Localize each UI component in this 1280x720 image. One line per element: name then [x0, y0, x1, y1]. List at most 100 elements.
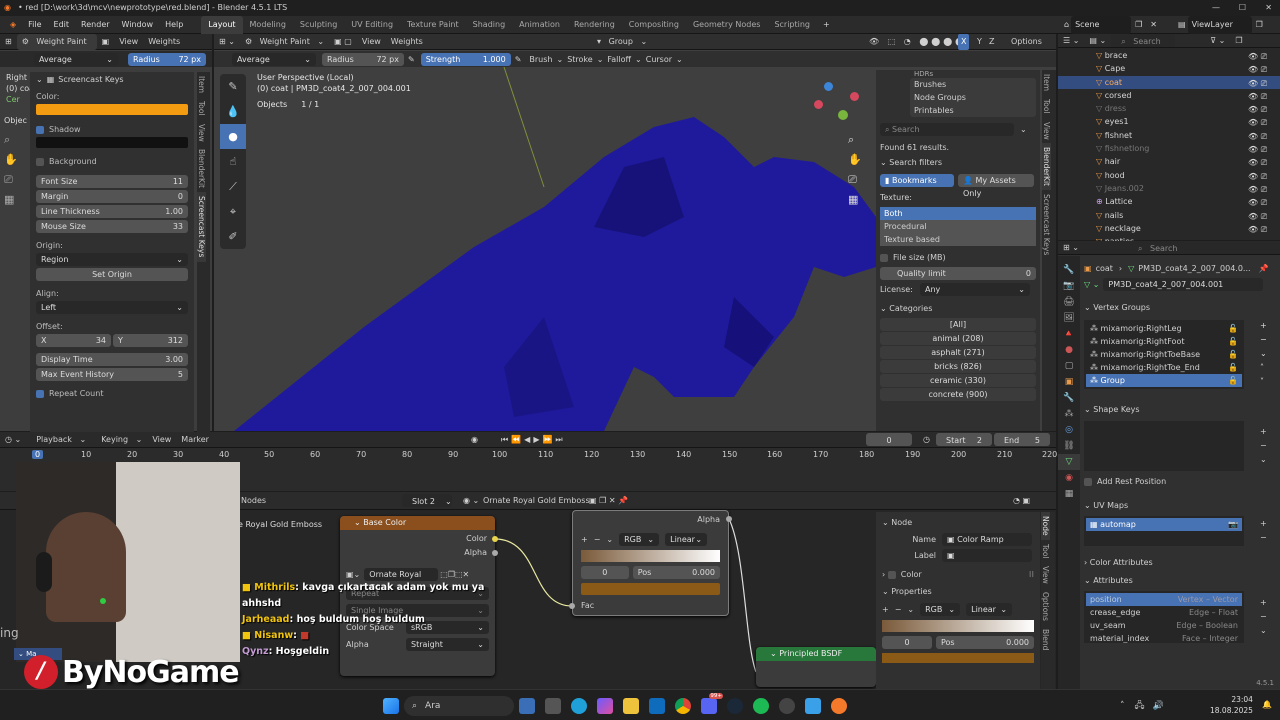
tab-uv-editing[interactable]: UV Editing	[344, 16, 400, 34]
menu-keying[interactable]: Keying ⌄	[91, 432, 147, 448]
strength-field[interactable]: Strength 1.000	[420, 52, 511, 66]
tab-screencast-keys[interactable]: Screencast Keys	[1042, 190, 1051, 259]
vertex-group-item[interactable]: ⁂ mixamorig:RightFoot 🔓	[1086, 335, 1242, 348]
offset-y-field[interactable]: Y 312	[113, 334, 188, 347]
shadow-color-swatch[interactable]	[36, 137, 188, 148]
properties-search-input[interactable]: ⌕ Search	[1127, 241, 1238, 254]
tab-options[interactable]: Options	[1041, 588, 1050, 625]
shape-keys-header[interactable]: ⌄ Shape Keys	[1084, 403, 1276, 417]
mesh-data-icon[interactable]: ▽ ⌄	[1084, 280, 1099, 289]
editor-type-icon[interactable]: ◷ ⌄	[0, 432, 26, 448]
maximize-button[interactable]: ☐	[1239, 0, 1246, 16]
outliner-item[interactable]: ▽ fishnetlong	[1058, 142, 1280, 155]
attributes-header[interactable]: ⌄ Attributes	[1084, 574, 1276, 588]
view-layer-tab-icon[interactable]: 🖼	[1058, 310, 1080, 326]
repeat-count-checkbox[interactable]: Repeat Count	[36, 386, 188, 401]
modifier-tab-icon[interactable]: 🔧	[1058, 390, 1080, 406]
origin-dropdown[interactable]: Region ⌄	[36, 253, 188, 266]
gizmo-y-icon[interactable]	[838, 110, 848, 120]
editor-type-icon[interactable]: ☰ ⌄	[1058, 33, 1084, 49]
color-attributes-header[interactable]: › Color Attributes	[1084, 556, 1276, 570]
line-thickness-field[interactable]: Line Thickness 1.00	[36, 205, 188, 218]
category-concrete[interactable]: concrete (900)	[880, 388, 1036, 401]
record-icon[interactable]: ◉	[466, 432, 483, 448]
mesh-name-field[interactable]: PM3D_coat4_2_007_004.001	[1103, 278, 1264, 291]
menu-render[interactable]: Render	[75, 16, 115, 34]
attribute-item[interactable]: crease_edge Edge – Float	[1086, 606, 1242, 619]
display-time-field[interactable]: Display Time 3.00	[36, 353, 188, 366]
draw-brush-icon[interactable]: ✎	[220, 74, 246, 99]
gradient-icon[interactable]: ⟋	[220, 174, 246, 199]
view-controls[interactable]: ⌕ ✋ ⎚ ▦	[848, 130, 862, 210]
font-size-field[interactable]: Font Size 11	[36, 175, 188, 188]
file-explorer-icon[interactable]	[623, 698, 639, 714]
shadow-check-icon[interactable]	[36, 125, 44, 134]
menu-weights[interactable]: Weights	[143, 34, 185, 50]
tab-view[interactable]: View	[197, 120, 206, 146]
category-asphalt[interactable]: asphalt (271)	[880, 346, 1036, 359]
side-pos-field[interactable]: Pos 0.000	[936, 636, 1034, 649]
tab-blenderkit[interactable]: BlenderKit	[197, 145, 206, 192]
menu-weights[interactable]: Weights	[386, 34, 428, 50]
screencast-header[interactable]: ⌄ ▦ Screencast Keys	[30, 72, 194, 86]
category-ceramic[interactable]: ceramic (330)	[880, 374, 1036, 387]
pin-icon[interactable]: 📌	[1259, 264, 1269, 273]
color-subpanel-header[interactable]: › Color ⁝⁝	[882, 570, 1034, 579]
symmetry-z-button[interactable]: Z	[984, 34, 999, 50]
tab-blend[interactable]: Blend	[1041, 625, 1050, 654]
texture-based[interactable]: Texture based	[880, 233, 1036, 246]
outliner-item[interactable]: ▽ necklage	[1058, 222, 1280, 235]
principled-bsdf-node[interactable]: ⌄ Principled BSDF	[756, 647, 876, 687]
outliner-item[interactable]: ▽ eyes1	[1058, 115, 1280, 128]
spotify-icon[interactable]	[753, 698, 769, 714]
uv-map-item[interactable]: ▦ automap 📷	[1086, 518, 1242, 531]
menu-marker[interactable]: Marker	[176, 432, 214, 448]
node-label-field[interactable]: ▣	[942, 549, 1032, 562]
render-tab-icon[interactable]: 📷	[1058, 278, 1080, 294]
background-check-icon[interactable]	[36, 157, 44, 166]
symmetry-x-button[interactable]: X	[958, 34, 970, 50]
tab-item[interactable]: Item	[1042, 70, 1051, 95]
side-ramp-mode-dropdown[interactable]: RGB ⌄	[920, 603, 961, 616]
node-name-field[interactable]: ▣ Color Ramp	[942, 533, 1032, 546]
attribute-controls[interactable]: + − ⌄	[1260, 596, 1267, 638]
texture-both[interactable]: Both	[880, 207, 1036, 220]
xray-icon[interactable]: ▣	[97, 34, 115, 50]
main-viewport[interactable]: ⊞ ⌄ ⚙ Weight Paint ⌄ ▣ ▢ View Weights ▾ …	[214, 34, 1056, 431]
max-history-field[interactable]: Max Event History 5	[36, 368, 188, 381]
new-viewlayer-icon[interactable]: ❐	[1252, 16, 1267, 34]
system-tray[interactable]: ˄ 🖧 🔊	[1120, 698, 1164, 714]
playback-controls[interactable]: ⏮⏪◀▶⏩⏭	[496, 432, 571, 448]
vertex-group-item-selected[interactable]: ⁂ Group 🔓	[1086, 373, 1242, 387]
tab-blenderkit[interactable]: BlenderKit	[1042, 143, 1051, 191]
editor-type-icon[interactable]: ⊞ ⌄	[1058, 240, 1084, 256]
clock[interactable]: 23:04 18.08.2025	[1210, 694, 1253, 716]
search-filters-header[interactable]: ⌄ Search filters	[880, 155, 1036, 170]
collection-tab-icon[interactable]: ▢	[1058, 358, 1080, 374]
mouse-size-field[interactable]: Mouse Size 33	[36, 220, 188, 233]
filter-icon[interactable]: ⊽ ⌄	[1205, 33, 1230, 49]
new-scene-icon[interactable]: ❐	[1131, 16, 1146, 34]
shading-buttons[interactable]: 👁 ⬚ ◔ ⬤⬤⬤⬤	[864, 34, 972, 50]
category-all[interactable]: [All]	[880, 318, 1036, 331]
constraints-tab-icon[interactable]: ⛓	[1058, 438, 1080, 454]
photos-icon[interactable]	[805, 698, 821, 714]
attribute-item[interactable]: material_index Face – Integer	[1086, 632, 1242, 643]
license-dropdown[interactable]: Any ⌄	[920, 283, 1030, 296]
menu-view[interactable]: View	[147, 432, 176, 448]
visibility-column[interactable]: 👁 ⎚ 👁 ⎚ 👁 ⎚ 👁 ⎚ 👁 ⎚ 👁 ⎚ 👁 ⎚ 👁 ⎚ 👁 ⎚ 👁 ⎚ 👁 ⎚ 👁 ⎚ 👁 ⎚ 👁…	[1248, 50, 1276, 236]
sample-weight-icon[interactable]: ⌖	[220, 199, 246, 224]
shadow-checkbox[interactable]: Shadow	[36, 122, 188, 137]
quality-limit-field[interactable]: Quality limit 0	[880, 267, 1036, 280]
group-dropdown[interactable]: ▾ Group ⌄	[592, 34, 652, 50]
menu-window[interactable]: Window	[116, 16, 160, 34]
left-viewport[interactable]: ⊞ ⚙ Weight Paint ▣ View Weights Average ⌄…	[0, 33, 212, 446]
set-origin-button[interactable]: Set Origin	[36, 268, 188, 281]
attribute-item[interactable]: uv_seam Edge – Boolean	[1086, 619, 1242, 632]
particles-tab-icon[interactable]: ⁂	[1058, 406, 1080, 422]
navigation-gizmo[interactable]	[814, 78, 874, 128]
menu-cursor[interactable]: Cursor	[646, 55, 672, 64]
outliner-item[interactable]: ▽ hood	[1058, 169, 1280, 182]
margin-field[interactable]: Margin 0	[36, 190, 188, 203]
copilot-icon[interactable]	[597, 698, 613, 714]
